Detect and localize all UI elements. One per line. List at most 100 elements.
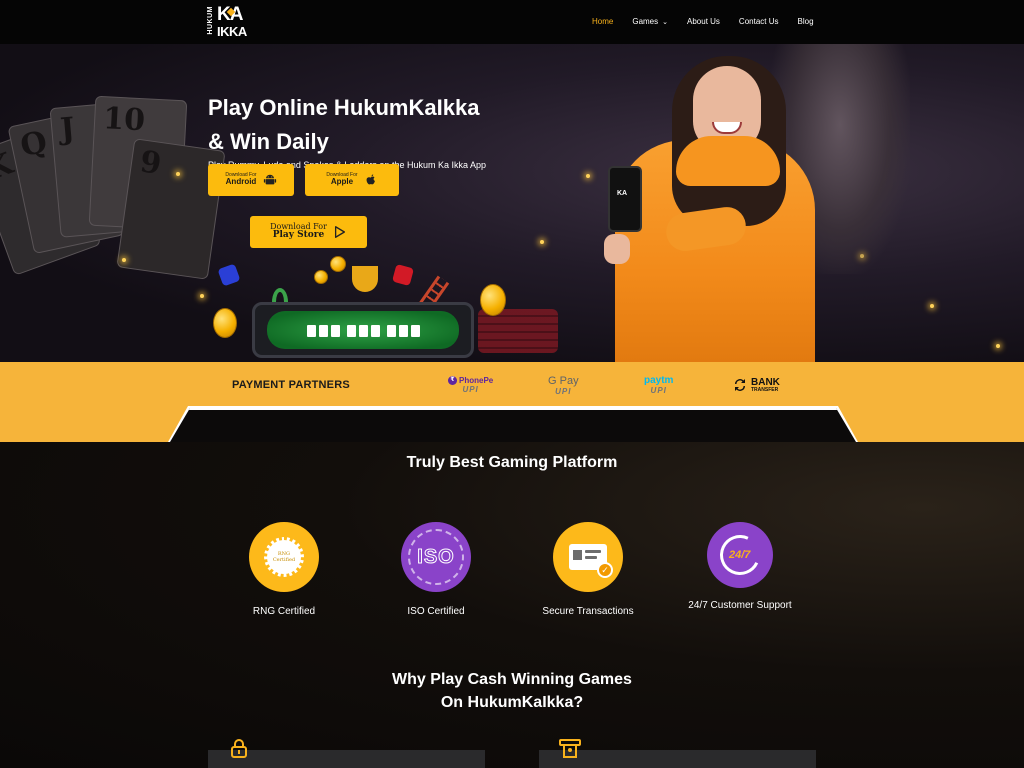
card-chip [573,550,582,560]
hero-section: K Q J 10 9 KA Play Online HukumKaIkka & … [0,44,1024,362]
mini-card [347,325,356,337]
support-clock-icon: 24/7 [707,522,773,588]
iso-badge-text: ISO [417,545,455,568]
paytm-name: paytm [644,375,674,386]
bank-transfer-text: BANK TRANSFER [751,376,780,393]
mini-card [411,325,420,337]
mini-card [359,325,368,337]
phonepe-label: PhonePe [459,376,494,385]
cash-withdraw-icon [559,739,581,758]
main-menu: Home Games ⌄ About Us Contact Us Blog [592,17,833,26]
bank-transfer-icon [735,379,745,391]
apple-label: Apple [330,177,354,187]
sparkle-decoration [540,240,544,244]
phonepe-logo: ₹ PhonePe UPI [448,372,493,398]
platform-title: Truly Best Gaming Platform [406,454,618,471]
lock-icon [231,739,247,758]
rng-seal-icon: RNG Certified [249,522,319,592]
nav-games[interactable]: Games ⌄ [632,17,668,26]
feature-support: 24/7 24/7 Customer Support [660,522,820,611]
play-store-icon [334,226,345,238]
mini-card [319,325,328,337]
phonepe-name: ₹ PhonePe [448,376,493,385]
phonepe-icon: ₹ [448,376,457,385]
section-divider [170,408,856,442]
why-card-security [208,750,485,768]
download-apple-button[interactable]: Download For Apple [305,164,399,196]
mini-card [371,325,380,337]
card-line [585,556,597,559]
apple-icon [366,174,375,185]
red-die-icon [391,263,415,287]
support-badge-text: 24/7 [729,549,751,562]
sparkle-decoration [930,304,934,308]
iso-icon: ISO [401,522,471,592]
payment-partners-label: PAYMENT PARTNERS [232,379,350,391]
sparkle-decoration [122,258,126,262]
payment-partners-bar [0,362,1024,408]
secure-card-icon: ✓ [553,522,623,592]
rupee-coin-icon [213,308,237,338]
sparkle-decoration [586,174,590,178]
download-play-store-button[interactable]: Download For Play Store [250,216,367,248]
nav-blog[interactable]: Blog [798,17,814,26]
hukum-ka-ikka-logo[interactable]: HUKUM KA IKKA [207,4,251,40]
nav-games-label: Games [632,17,659,26]
top-navbar: HUKUM KA IKKA Home Games⌄ About Us Conta… [0,0,1024,44]
features-section: Truly Best Gaming Platform RNG Certified… [0,442,1024,768]
hoodie-hood-image [676,136,780,186]
support-ring: 24/7 [714,529,766,581]
bank-label: BANK [751,376,780,388]
logo-hukum-text: HUKUM [207,6,214,35]
upi-label: UPI [555,386,572,396]
trophy-icon [352,266,378,292]
nav-home[interactable]: Home [592,17,613,26]
nav-contact-us[interactable]: Contact Us [739,17,779,26]
paytm-logo: paytm UPI [644,372,673,398]
rupee-coin-icon [480,284,506,316]
coin-icon [314,270,328,284]
gpay-logo: G Pay UPI [548,372,579,398]
hero-title-line1: Play Online HukumKaIkka [208,95,480,120]
feature-secure-label: Secure Transactions [542,606,634,617]
transfer-label: TRANSFER [751,386,779,393]
coin-icon [330,256,346,272]
upi-label: UPI [650,386,667,395]
feature-rng-label: RNG Certified [252,606,316,617]
iso-ring: ISO [408,529,464,585]
mini-card [399,325,408,337]
why-title-line2: On HukumKaIkka? [440,694,584,711]
rummy-table-felt [267,311,459,349]
mini-card [331,325,340,337]
phone-image: KA [608,166,642,232]
playing-cards-image: K Q J 10 9 [0,84,230,344]
android-icon [263,174,276,185]
card-graphic: ✓ [569,544,613,578]
feature-rng: RNG Certified RNG Certified [204,522,364,617]
card-line [585,550,601,553]
chevron-down-icon: ⌄ [662,19,669,26]
sparkle-decoration [996,344,1000,348]
mini-card [307,325,316,337]
play-store-label: Play Store [272,230,325,241]
rummy-tablet-image [252,302,474,358]
android-label: Android [225,177,257,187]
hero-title: Play Online HukumKaIkka & Win Daily [208,91,518,159]
mini-card [387,325,396,337]
phone-logo-text: KA [617,190,628,197]
hand-image [604,234,630,264]
upi-label: UPI [462,385,479,394]
why-play-title: Why Play Cash Winning Games On HukumKaIk… [0,668,1024,714]
feature-secure-transactions: ✓ Secure Transactions [508,522,668,617]
check-icon: ✓ [597,562,613,578]
logo-ikka-text: IKKA [217,24,247,39]
rng-seal-badge: RNG Certified [264,537,304,577]
gpay-name: G Pay [548,374,579,387]
why-title-line1: Why Play Cash Winning Games [392,671,632,688]
feature-iso: ISO ISO Certified [356,522,516,617]
nav-about-us[interactable]: About Us [687,17,720,26]
sparkle-decoration [200,294,204,298]
sparkle-decoration [176,172,180,176]
download-android-button[interactable]: Download For Android [208,164,294,196]
bank-transfer-logo: BANK TRANSFER [732,372,780,398]
